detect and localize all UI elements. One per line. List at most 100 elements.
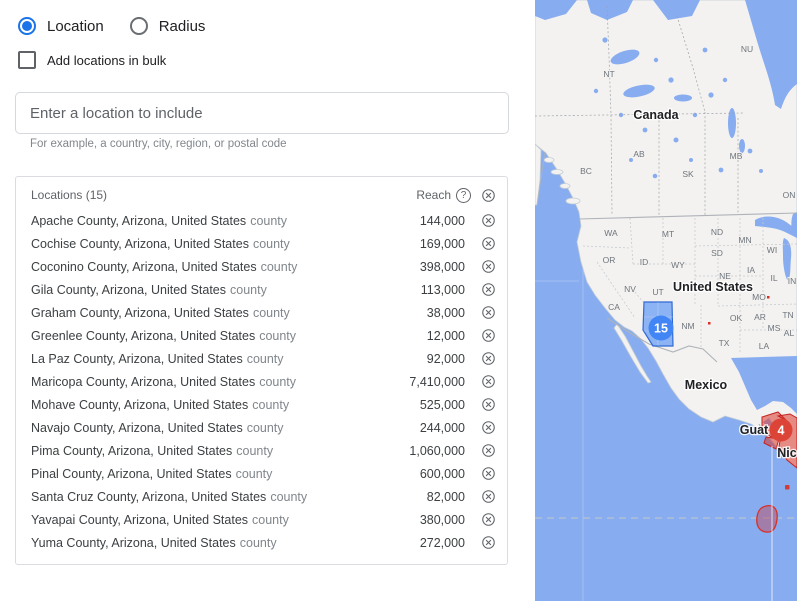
remove-location-button[interactable] bbox=[481, 489, 496, 504]
location-name: Greenlee County, Arizona, United States bbox=[31, 328, 256, 343]
svg-text:IA: IA bbox=[747, 265, 755, 275]
svg-text:OK: OK bbox=[730, 313, 743, 323]
remove-all-locations-button[interactable] bbox=[481, 188, 496, 203]
remove-circle-icon bbox=[482, 352, 495, 365]
remove-location-button[interactable] bbox=[481, 420, 496, 435]
remove-circle-icon bbox=[482, 375, 495, 388]
svg-text:MB: MB bbox=[730, 151, 743, 161]
label-guatemala: Guat bbox=[740, 423, 769, 437]
locations-panel-header: Locations (15) Reach ? bbox=[16, 177, 507, 206]
radio-option-radius[interactable]: Radius bbox=[129, 17, 205, 35]
remove-location-button[interactable] bbox=[481, 397, 496, 412]
svg-text:TX: TX bbox=[719, 338, 730, 348]
excluded-cluster-badge[interactable]: 4 bbox=[769, 418, 793, 442]
remove-circle-icon bbox=[482, 467, 495, 480]
location-type: county bbox=[246, 351, 284, 366]
remove-circle-icon bbox=[482, 283, 495, 296]
location-type: county bbox=[235, 466, 273, 481]
map-canvas[interactable]: NT NU BC AB SK MB ON WA MT ND MN WI OR I… bbox=[535, 0, 797, 601]
search-helper-text: For example, a country, city, region, or… bbox=[30, 138, 287, 150]
remove-location-button[interactable] bbox=[481, 282, 496, 297]
location-name: Graham County, Arizona, United States bbox=[31, 305, 249, 320]
svg-text:BC: BC bbox=[580, 166, 592, 176]
location-type: county bbox=[236, 443, 274, 458]
location-row: Gila County, Arizona, United States count… bbox=[16, 278, 507, 301]
remove-location-button[interactable] bbox=[481, 443, 496, 458]
location-name: Cochise County, Arizona, United States bbox=[31, 236, 249, 251]
remove-circle-icon bbox=[482, 329, 495, 342]
location-reach-value: 398,000 bbox=[419, 259, 465, 274]
location-type: county bbox=[260, 259, 298, 274]
location-row: Cochise County, Arizona, United States co… bbox=[16, 232, 507, 255]
location-name: Yuma County, Arizona, United States bbox=[31, 535, 236, 550]
location-reach-value: 169,000 bbox=[419, 236, 465, 251]
label-nicaragua: Nic bbox=[777, 446, 797, 460]
excluded-region-island[interactable] bbox=[756, 505, 778, 533]
svg-text:AR: AR bbox=[754, 312, 766, 322]
svg-text:WA: WA bbox=[604, 228, 618, 238]
label-canada: Canada bbox=[633, 108, 679, 122]
selected-cluster-badge[interactable]: 15 bbox=[648, 315, 674, 341]
locations-count-label: Locations (15) bbox=[31, 188, 108, 202]
remove-location-button[interactable] bbox=[481, 512, 496, 527]
location-name: Navajo County, Arizona, United States bbox=[31, 420, 243, 435]
svg-text:NV: NV bbox=[624, 284, 636, 294]
location-type: county bbox=[252, 236, 290, 251]
remove-circle-icon bbox=[482, 513, 495, 526]
location-row: Apache County, Arizona, United States cou… bbox=[16, 209, 507, 232]
location-row: Santa Cruz County, Arizona, United State… bbox=[16, 485, 507, 508]
location-row: Pinal County, Arizona, United States coun… bbox=[16, 462, 507, 485]
location-type: county bbox=[259, 328, 297, 343]
location-name: Maricopa County, Arizona, United States bbox=[31, 374, 256, 389]
location-reach-value: 82,000 bbox=[426, 489, 465, 504]
location-type: county bbox=[246, 420, 284, 435]
remove-location-button[interactable] bbox=[481, 328, 496, 343]
remove-location-button[interactable] bbox=[481, 236, 496, 251]
svg-text:SD: SD bbox=[711, 248, 723, 258]
location-targeting-panel: Location Radius Add locations in bulk Fo… bbox=[0, 0, 535, 601]
svg-text:WI: WI bbox=[767, 245, 777, 255]
location-name: Pima County, Arizona, United States bbox=[31, 443, 233, 458]
location-search-input[interactable] bbox=[15, 92, 509, 134]
location-row: La Paz County, Arizona, United States cou… bbox=[16, 347, 507, 370]
location-reach-value: 7,410,000 bbox=[409, 374, 465, 389]
location-reach-value: 92,000 bbox=[426, 351, 465, 366]
location-row: Coconino County, Arizona, United States c… bbox=[16, 255, 507, 278]
location-name: Pinal County, Arizona, United States bbox=[31, 466, 232, 481]
location-type: county bbox=[239, 535, 277, 550]
remove-circle-icon bbox=[482, 398, 495, 411]
help-icon[interactable]: ? bbox=[456, 187, 471, 203]
bulk-locations-checkbox[interactable]: Add locations in bulk bbox=[18, 51, 166, 69]
location-type: county bbox=[230, 282, 267, 297]
location-reach-value: 272,000 bbox=[419, 535, 465, 550]
location-type: county bbox=[270, 489, 308, 504]
svg-text:15: 15 bbox=[654, 322, 668, 336]
location-reach-value: 525,000 bbox=[419, 397, 465, 412]
remove-circle-icon bbox=[482, 188, 495, 202]
location-row: Greenlee County, Arizona, United States c… bbox=[16, 324, 507, 347]
svg-text:MO: MO bbox=[752, 292, 766, 302]
svg-text:NU: NU bbox=[741, 44, 753, 54]
bulk-checkbox-label: Add locations in bulk bbox=[47, 52, 167, 68]
svg-text:ON: ON bbox=[783, 190, 796, 200]
location-type: county bbox=[252, 512, 289, 527]
remove-circle-icon bbox=[482, 444, 495, 457]
remove-location-button[interactable] bbox=[481, 259, 496, 274]
svg-text:MN: MN bbox=[738, 235, 751, 245]
remove-location-button[interactable] bbox=[481, 305, 496, 320]
remove-location-button[interactable] bbox=[481, 351, 496, 366]
locations-panel: Locations (15) Reach ? Apache County, Ar… bbox=[15, 176, 508, 565]
location-name: La Paz County, Arizona, United States bbox=[31, 351, 243, 366]
remove-location-button[interactable] bbox=[481, 213, 496, 228]
radio-option-location[interactable]: Location bbox=[18, 17, 104, 35]
svg-text:CA: CA bbox=[608, 302, 620, 312]
svg-text:MS: MS bbox=[768, 323, 781, 333]
remove-location-button[interactable] bbox=[481, 466, 496, 481]
label-united-states: United States bbox=[673, 280, 753, 294]
remove-location-button[interactable] bbox=[481, 374, 496, 389]
location-row: Mohave County, Arizona, United States cou… bbox=[16, 393, 507, 416]
location-reach-value: 38,000 bbox=[426, 305, 465, 320]
remove-circle-icon bbox=[482, 237, 495, 250]
locations-list: Apache County, Arizona, United States cou… bbox=[16, 206, 507, 554]
remove-location-button[interactable] bbox=[481, 535, 496, 550]
